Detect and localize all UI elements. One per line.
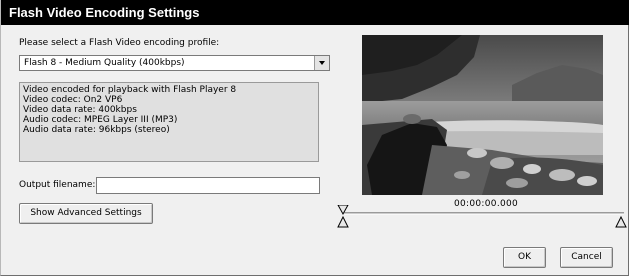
show-advanced-settings-label: Show Advanced Settings	[30, 208, 142, 218]
ok-button[interactable]: OK	[503, 247, 546, 268]
cancel-button-label: Cancel	[571, 252, 602, 262]
info-line: Audio codec: MPEG Layer III (MP3)	[23, 115, 178, 125]
title-bar: Flash Video Encoding Settings	[1, 0, 629, 25]
chevron-down-icon[interactable]	[314, 56, 329, 70]
ok-button-label: OK	[518, 252, 531, 262]
preview-scrubber[interactable]	[336, 205, 629, 235]
video-preview	[362, 35, 603, 195]
out-point-handle[interactable]	[615, 215, 627, 228]
dialog-title: Flash Video Encoding Settings	[9, 5, 200, 20]
info-line: Audio data rate: 96kbps (stereo)	[23, 125, 170, 135]
profile-label: Please select a Flash Video encoding pro…	[19, 38, 220, 48]
output-filename-label: Output filename:	[19, 180, 96, 190]
info-line: Video encoded for playback with Flash Pl…	[23, 85, 237, 95]
output-filename-input[interactable]	[96, 177, 320, 194]
cancel-button[interactable]: Cancel	[560, 247, 613, 268]
in-point-handle[interactable]	[337, 215, 349, 228]
show-advanced-settings-button[interactable]: Show Advanced Settings	[19, 203, 153, 224]
encoding-settings-dialog: Flash Video Encoding Settings Please sel…	[0, 0, 629, 276]
info-line: Video codec: On2 VP6	[23, 95, 123, 105]
profile-select[interactable]: Flash 8 - Medium Quality (400kbps)	[19, 55, 330, 71]
info-line: Video data rate: 400kbps	[23, 105, 137, 115]
beach-preview-image	[362, 35, 603, 195]
profile-select-value: Flash 8 - Medium Quality (400kbps)	[24, 58, 185, 68]
profile-description-box: Video encoded for playback with Flash Pl…	[19, 82, 319, 162]
